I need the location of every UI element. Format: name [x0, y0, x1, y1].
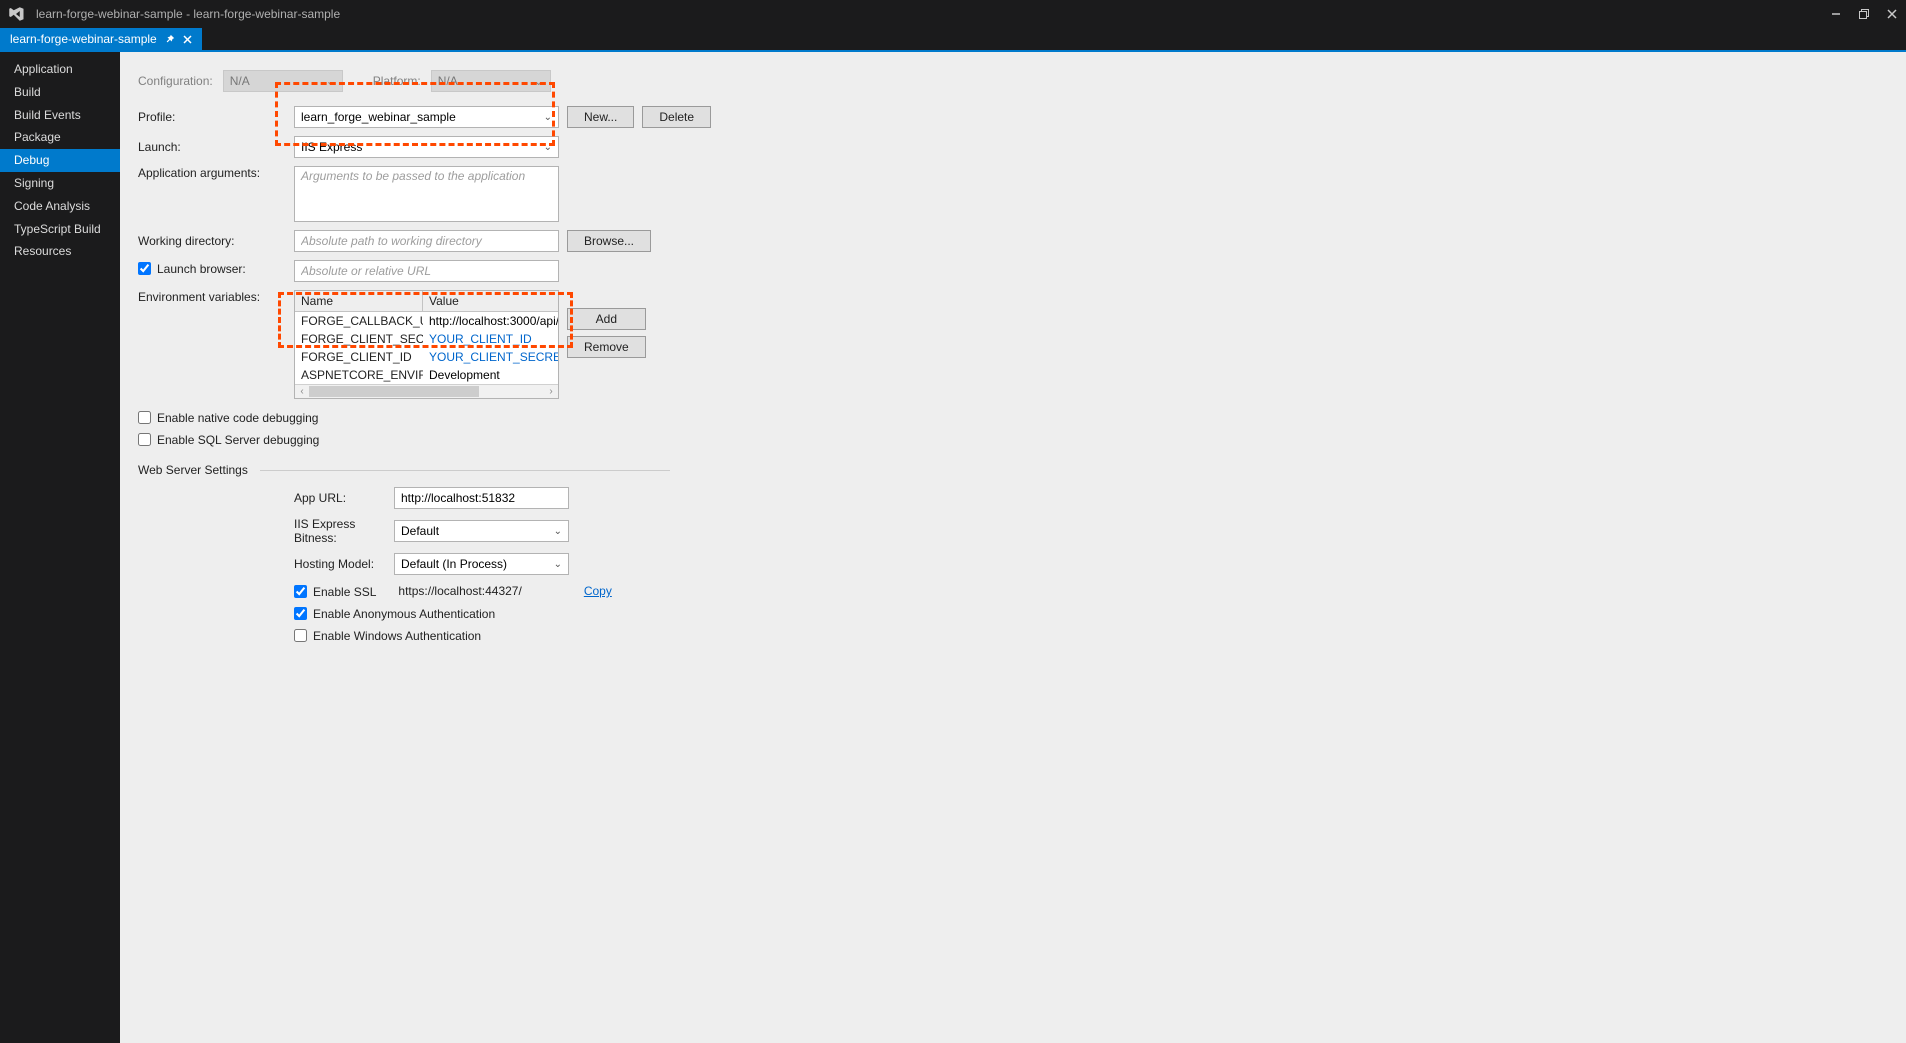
- sidebar-item-typescript-build[interactable]: TypeScript Build: [0, 218, 120, 241]
- profile-label: Profile:: [138, 110, 294, 124]
- scroll-left-icon[interactable]: ‹: [295, 385, 309, 398]
- tab-project-properties[interactable]: learn-forge-webinar-sample: [0, 28, 202, 50]
- pin-icon[interactable]: [165, 34, 175, 44]
- scroll-right-icon[interactable]: ›: [544, 385, 558, 398]
- working-directory-label: Working directory:: [138, 234, 294, 248]
- minimize-button[interactable]: [1822, 0, 1850, 28]
- sidebar-item-build-events[interactable]: Build Events: [0, 104, 120, 127]
- env-name-cell: FORGE_CLIENT_SECRET: [295, 330, 423, 348]
- hosting-model-select[interactable]: Default (In Process)⌄: [394, 553, 569, 575]
- ssl-url: https://localhost:44327/: [398, 584, 521, 598]
- enable-native-debug-checkbox[interactable]: [138, 411, 151, 424]
- working-directory-input[interactable]: [294, 230, 559, 252]
- enable-sql-label: Enable SQL Server debugging: [157, 433, 319, 447]
- environment-variables-table[interactable]: Name Value FORGE_CALLBACK_URLhttp://loca…: [294, 290, 559, 399]
- iis-bitness-label: IIS Express Bitness:: [294, 517, 394, 545]
- launch-select[interactable]: IIS Express⌄: [294, 136, 559, 158]
- env-horizontal-scrollbar[interactable]: ‹ ›: [295, 384, 558, 398]
- remove-env-button[interactable]: Remove: [567, 336, 646, 358]
- sidebar-item-signing[interactable]: Signing: [0, 172, 120, 195]
- vs-logo-icon: [6, 4, 26, 24]
- chevron-down-icon: ⌄: [544, 112, 552, 123]
- env-name-cell: FORGE_CALLBACK_URL: [295, 312, 423, 330]
- env-name-header: Name: [295, 291, 423, 311]
- configuration-select[interactable]: N/A⌄: [223, 70, 343, 92]
- sidebar-item-resources[interactable]: Resources: [0, 240, 120, 263]
- env-row[interactable]: FORGE_CALLBACK_URLhttp://localhost:3000/…: [295, 312, 558, 330]
- env-value-cell: http://localhost:3000/api/forge...: [423, 312, 558, 330]
- chevron-down-icon: ⌄: [554, 526, 562, 537]
- env-value-cell: YOUR_CLIENT_SECRET: [423, 348, 558, 366]
- app-url-input[interactable]: [394, 487, 569, 509]
- new-profile-button[interactable]: New...: [567, 106, 634, 128]
- app-url-label: App URL:: [294, 491, 394, 505]
- environment-variables-label: Environment variables:: [138, 290, 294, 304]
- platform-label: Platform:: [373, 74, 421, 88]
- enable-anonymous-auth-checkbox[interactable]: [294, 607, 307, 620]
- env-value-header: Value: [423, 291, 558, 311]
- sidebar-item-code-analysis[interactable]: Code Analysis: [0, 195, 120, 218]
- enable-ssl-label: Enable SSL: [313, 585, 376, 599]
- launch-label: Launch:: [138, 140, 294, 154]
- add-env-button[interactable]: Add: [567, 308, 646, 330]
- env-row[interactable]: FORGE_CLIENT_IDYOUR_CLIENT_SECRET: [295, 348, 558, 366]
- application-arguments-input[interactable]: [294, 166, 559, 222]
- enable-native-label: Enable native code debugging: [157, 411, 318, 425]
- env-value-cell: YOUR_CLIENT_ID: [423, 330, 558, 348]
- web-server-settings-header: Web Server Settings: [138, 463, 1888, 477]
- platform-select[interactable]: N/A⌄: [431, 70, 551, 92]
- sidebar-item-debug[interactable]: Debug: [0, 149, 120, 172]
- chevron-down-icon: ⌄: [326, 74, 336, 88]
- env-name-cell: ASPNETCORE_ENVIRONMENT: [295, 366, 423, 384]
- titlebar: learn-forge-webinar-sample - learn-forge…: [0, 0, 1906, 28]
- iis-bitness-select[interactable]: Default⌄: [394, 520, 569, 542]
- tab-bar: learn-forge-webinar-sample: [0, 28, 1906, 52]
- enable-windows-auth-checkbox[interactable]: [294, 629, 307, 642]
- properties-sidebar: Application Build Build Events Package D…: [0, 52, 120, 1043]
- chevron-down-icon: ⌄: [534, 74, 544, 88]
- sidebar-item-package[interactable]: Package: [0, 126, 120, 149]
- env-row[interactable]: FORGE_CLIENT_SECRETYOUR_CLIENT_ID: [295, 330, 558, 348]
- enable-ssl-checkbox[interactable]: [294, 585, 307, 598]
- window-title: learn-forge-webinar-sample - learn-forge…: [36, 7, 1822, 21]
- configuration-label: Configuration:: [138, 74, 213, 88]
- tab-label: learn-forge-webinar-sample: [10, 32, 157, 46]
- env-row[interactable]: ASPNETCORE_ENVIRONMENTDevelopment: [295, 366, 558, 384]
- restore-button[interactable]: [1850, 0, 1878, 28]
- debug-content: Configuration: N/A⌄ Platform: N/A⌄ Profi…: [120, 52, 1906, 1043]
- sidebar-item-application[interactable]: Application: [0, 58, 120, 81]
- enable-sql-debug-checkbox[interactable]: [138, 433, 151, 446]
- env-name-cell: FORGE_CLIENT_ID: [295, 348, 423, 366]
- enable-anon-label: Enable Anonymous Authentication: [313, 607, 495, 621]
- close-button[interactable]: [1878, 0, 1906, 28]
- chevron-down-icon: ⌄: [544, 142, 552, 153]
- hosting-model-label: Hosting Model:: [294, 557, 394, 571]
- scroll-thumb[interactable]: [309, 386, 479, 397]
- enable-win-label: Enable Windows Authentication: [313, 629, 481, 643]
- launch-browser-url-input[interactable]: [294, 260, 559, 282]
- application-arguments-label: Application arguments:: [138, 166, 294, 180]
- launch-browser-checkbox-row: Launch browser:: [138, 260, 294, 276]
- env-value-cell: Development: [423, 366, 558, 384]
- close-icon[interactable]: [183, 35, 192, 44]
- chevron-down-icon: ⌄: [554, 559, 562, 570]
- profile-select[interactable]: learn_forge_webinar_sample⌄: [294, 106, 559, 128]
- delete-profile-button[interactable]: Delete: [642, 106, 711, 128]
- launch-browser-checkbox[interactable]: [138, 262, 151, 275]
- sidebar-item-build[interactable]: Build: [0, 81, 120, 104]
- config-platform-bar: Configuration: N/A⌄ Platform: N/A⌄: [138, 70, 1888, 92]
- browse-button[interactable]: Browse...: [567, 230, 651, 252]
- copy-link[interactable]: Copy: [584, 584, 612, 598]
